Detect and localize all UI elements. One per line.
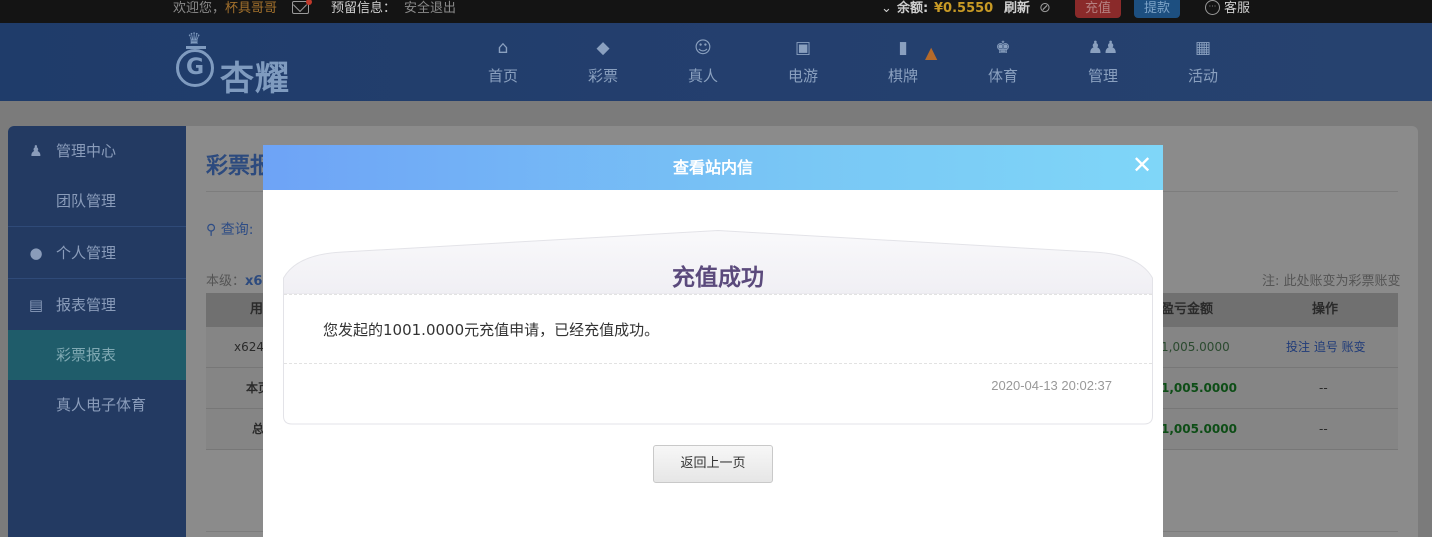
nav-label: 棋牌 xyxy=(887,67,918,85)
cell-user: x624 xyxy=(234,340,265,354)
nav-label: 电游 xyxy=(787,67,818,85)
balance-label: 余额: xyxy=(897,1,929,16)
crown-icon xyxy=(186,29,206,49)
message-timestamp: 2020-04-13 20:02:37 xyxy=(991,378,1112,393)
nav-lottery[interactable]: ◆ 彩票 xyxy=(573,37,633,86)
nav-label: 真人 xyxy=(687,67,718,85)
nav-games[interactable]: ▣ 电游 xyxy=(773,37,833,86)
close-icon[interactable]: ✕ xyxy=(1131,153,1153,177)
users-icon: ♟ xyxy=(29,142,43,160)
nav-sports[interactable]: ♚ 体育 xyxy=(973,37,1033,86)
home-icon: ⌂ xyxy=(497,38,509,58)
modal-title: 查看站内信 xyxy=(672,158,753,177)
username[interactable]: 杯具哥哥 xyxy=(225,1,277,16)
sidebar-item-personal[interactable]: ● 个人管理 xyxy=(8,228,186,278)
chat-icon[interactable]: ··· xyxy=(1205,0,1220,15)
back-button[interactable]: 返回上一页 xyxy=(653,445,773,483)
nav-label: 管理 xyxy=(1087,67,1118,85)
sidebar: ♟ 管理中心 团队管理 ● 个人管理 ▤ 报表管理 彩票报表 真人电子体育 xyxy=(8,126,186,537)
sidebar-item-management-center[interactable]: ♟ 管理中心 xyxy=(8,126,186,176)
main-header: G 杏耀 ⌂ 首页 ◆ 彩票 ☺ 真人 ▣ 电游 ▮ 棋牌 ▲ ♚ 体育 ♟♟ … xyxy=(0,23,1432,101)
nav-label: 首页 xyxy=(487,67,518,85)
column-header-actions: 操作 xyxy=(1312,302,1339,317)
sidebar-item-label: 报表管理 xyxy=(56,296,117,314)
card-divider xyxy=(284,294,1152,295)
sidebar-item-label: 真人电子体育 xyxy=(56,396,147,414)
user-icon: ● xyxy=(29,244,43,262)
sidebar-item-reports[interactable]: ▤ 报表管理 xyxy=(8,280,186,330)
modal-header: 查看站内信 ✕ xyxy=(263,145,1163,190)
chevron-down-icon[interactable]: ⌄ xyxy=(881,0,892,17)
cell-profit: 1,005.0000 xyxy=(1161,340,1230,354)
sidebar-item-lottery-report[interactable]: 彩票报表 xyxy=(8,330,186,380)
recharge-button[interactable]: 充值 xyxy=(1075,0,1122,18)
person-icon: ☺ xyxy=(694,38,712,58)
unread-dot-icon xyxy=(306,0,312,5)
cell-actions: -- xyxy=(1319,381,1328,395)
sidebar-item-label: 彩票报表 xyxy=(56,346,117,364)
hot-flame-icon: ▲ xyxy=(925,43,938,62)
nav-live[interactable]: ☺ 真人 xyxy=(673,37,733,86)
cards-icon: ▮ xyxy=(898,38,908,58)
cell-actions: -- xyxy=(1319,422,1328,436)
customer-service-link[interactable]: 客服 xyxy=(1224,0,1250,17)
ticket-icon: ◆ xyxy=(596,38,610,58)
sidebar-divider xyxy=(8,278,186,279)
query-text: 查询: xyxy=(220,222,254,238)
account-note: 注: 此处账变为彩票账变 xyxy=(1262,274,1401,289)
sidebar-item-live-sports[interactable]: 真人电子体育 xyxy=(8,380,186,430)
refresh-button[interactable]: 刷新 xyxy=(1004,0,1030,17)
card-title: 充值成功 xyxy=(672,265,764,291)
message-modal: 查看站内信 ✕ 充值成功 您发起的1001.0000元充值申请，已经充值成功。 … xyxy=(263,145,1163,537)
message-card: 充值成功 您发起的1001.0000元充值申请，已经充值成功。 2020-04-… xyxy=(283,230,1153,425)
message-text: 您发起的1001.0000元充值申请，已经充值成功。 xyxy=(323,321,660,339)
sidebar-item-label: 个人管理 xyxy=(56,244,117,262)
brand-name: 杏耀 xyxy=(220,59,290,99)
sidebar-item-label: 管理中心 xyxy=(56,142,117,160)
trophy-icon: ♚ xyxy=(995,38,1011,58)
query-label[interactable]: ⚲ 查询: xyxy=(206,219,253,239)
sidebar-item-team[interactable]: 团队管理 xyxy=(8,176,186,226)
level-value[interactable]: x6 xyxy=(245,274,262,289)
sidebar-item-label: 团队管理 xyxy=(56,192,117,210)
nav-manage[interactable]: ♟♟ 管理 xyxy=(1073,37,1133,86)
nav-events[interactable]: ▦ 活动 xyxy=(1173,37,1233,86)
nav-home[interactable]: ⌂ 首页 xyxy=(473,37,533,86)
nav-cards[interactable]: ▮ 棋牌 xyxy=(873,37,933,86)
brand-logo[interactable]: G 杏耀 xyxy=(174,29,324,99)
level-label: 本级： xyxy=(206,274,246,289)
column-header-user: 用 xyxy=(250,302,264,317)
eye-hidden-icon[interactable]: ⊘ xyxy=(1039,1,1056,15)
welcome-label: 欢迎您， xyxy=(173,1,226,16)
gift-icon: ▦ xyxy=(1194,38,1212,58)
reserved-info-label: 预留信息： xyxy=(331,1,397,16)
welcome-text: 欢迎您，杯具哥哥 xyxy=(173,0,277,17)
row-action-links[interactable]: 投注 追号 账变 xyxy=(1286,327,1366,368)
logout-link[interactable]: 安全退出 xyxy=(404,0,456,17)
card-divider xyxy=(284,363,1152,364)
level-info: 本级：x6 xyxy=(206,270,262,289)
report-icon: ▤ xyxy=(28,296,44,314)
column-header-profit: 盈亏金额 xyxy=(1161,302,1214,317)
users-icon: ♟♟ xyxy=(1087,38,1119,58)
top-bar: 欢迎您，杯具哥哥 预留信息： 安全退出 ⌄ 余额: ¥0.5550 刷新 ⊘ 充… xyxy=(0,0,1432,23)
sidebar-divider xyxy=(8,226,186,227)
nav-label: 体育 xyxy=(987,67,1018,85)
game-icon: ▣ xyxy=(794,38,812,58)
search-icon: ⚲ xyxy=(206,222,217,238)
nav-label: 活动 xyxy=(1187,67,1218,85)
balance-value: ¥0.5550 xyxy=(934,1,994,16)
cell-profit: 1,005.0000 xyxy=(1161,381,1237,395)
nav-label: 彩票 xyxy=(587,67,618,85)
cell-profit: 1,005.0000 xyxy=(1161,422,1237,436)
crest-icon: G xyxy=(176,49,214,87)
withdraw-button[interactable]: 提款 xyxy=(1134,0,1181,18)
